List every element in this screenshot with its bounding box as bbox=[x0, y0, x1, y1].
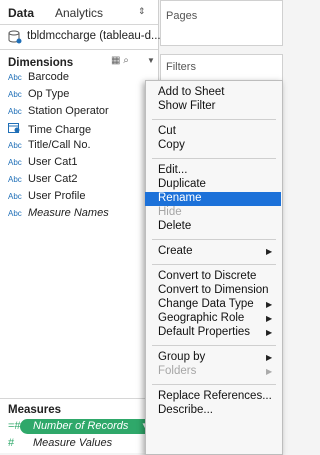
tab-dropdown-icon[interactable]: ⇕ bbox=[138, 6, 146, 17]
field-name: Time Charge bbox=[28, 124, 92, 136]
string-type-icon: Abc bbox=[8, 209, 22, 218]
field-name: User Profile bbox=[28, 190, 86, 202]
measures-divider bbox=[0, 398, 158, 399]
pages-shelf-label: Pages bbox=[166, 10, 198, 22]
tab-analytics[interactable]: Analytics bbox=[55, 6, 103, 20]
datetime-icon bbox=[8, 122, 28, 136]
submenu-arrow-icon: ▶ bbox=[266, 353, 273, 362]
menu-separator bbox=[152, 345, 276, 346]
menu-item-change-data-type[interactable]: Change Data Type bbox=[158, 298, 254, 310]
dimension-field[interactable]: Abc User Cat2 bbox=[8, 173, 156, 190]
menu-item-cut[interactable]: Cut bbox=[158, 125, 176, 137]
menu-item-convert-to-discrete[interactable]: Convert to Discrete bbox=[158, 270, 256, 282]
dimension-field[interactable]: Time Charge bbox=[8, 122, 156, 139]
dimension-field[interactable]: Abc User Cat1 bbox=[8, 156, 156, 173]
field-name: Barcode bbox=[28, 71, 69, 83]
view-grid-icon[interactable]: ▦ bbox=[111, 55, 120, 66]
datasource-icon bbox=[8, 30, 22, 44]
menu-separator bbox=[152, 158, 276, 159]
field-name: User Cat1 bbox=[28, 156, 78, 168]
menu-item-hide: Hide bbox=[158, 206, 182, 218]
dimension-field[interactable]: Abc Barcode bbox=[8, 71, 156, 88]
menu-item-convert-to-dimension[interactable]: Convert to Dimension bbox=[158, 284, 269, 296]
string-type-icon: Abc bbox=[8, 90, 22, 99]
menu-item-duplicate[interactable]: Duplicate bbox=[158, 178, 206, 190]
measure-field-name[interactable]: Measure Values bbox=[33, 437, 112, 449]
menu-separator bbox=[152, 264, 276, 265]
string-type-icon: Abc bbox=[8, 192, 22, 201]
string-type-icon: Abc bbox=[8, 107, 22, 116]
menu-item-geographic-role[interactable]: Geographic Role bbox=[158, 312, 244, 324]
submenu-arrow-icon: ▶ bbox=[266, 300, 273, 309]
field-name: Measure Names bbox=[28, 207, 109, 219]
menu-item-add-to-sheet[interactable]: Add to Sheet bbox=[158, 86, 225, 98]
dimension-field[interactable]: Abc Op Type bbox=[8, 88, 156, 105]
menu-separator bbox=[152, 119, 276, 120]
dimension-field[interactable]: Abc Measure Names bbox=[8, 207, 156, 224]
filters-shelf-label: Filters bbox=[166, 61, 196, 73]
menu-separator bbox=[152, 239, 276, 240]
submenu-arrow-icon: ▶ bbox=[266, 247, 273, 256]
menu-item-folders: Folders bbox=[158, 365, 197, 377]
field-name: Station Operator bbox=[28, 105, 109, 117]
menu-item-replace-references[interactable]: Replace References... bbox=[158, 390, 272, 402]
search-icon[interactable]: ⌕ bbox=[123, 55, 129, 66]
calculated-number-icon: =# bbox=[8, 420, 21, 432]
dimension-field[interactable]: Abc Title/Call No. bbox=[8, 139, 156, 156]
field-name: Op Type bbox=[28, 88, 70, 100]
submenu-arrow-icon: ▶ bbox=[266, 314, 273, 323]
measure-field-name: Number of Records bbox=[33, 420, 129, 432]
string-type-icon: Abc bbox=[8, 141, 22, 150]
number-type-icon: # bbox=[8, 437, 15, 449]
menu-item-group-by[interactable]: Group by bbox=[158, 351, 205, 363]
menu-item-rename[interactable]: Rename bbox=[158, 192, 201, 204]
menu-separator bbox=[152, 384, 276, 385]
dimensions-menu-arrow-icon[interactable]: ▼ bbox=[147, 56, 155, 65]
dimensions-header: Dimensions bbox=[8, 57, 74, 69]
menu-item-show-filter[interactable]: Show Filter bbox=[158, 100, 216, 112]
dimension-field[interactable]: Abc User Profile bbox=[8, 190, 156, 207]
menu-item-copy[interactable]: Copy bbox=[158, 139, 185, 151]
tab-data[interactable]: Data bbox=[8, 6, 34, 20]
dimension-field[interactable]: Abc Station Operator bbox=[8, 105, 156, 122]
menu-item-describe[interactable]: Describe... bbox=[158, 404, 213, 416]
string-type-icon: Abc bbox=[8, 175, 22, 184]
pages-shelf[interactable] bbox=[160, 0, 283, 46]
datasource-name: tbldmccharge (tableau-d... bbox=[27, 30, 161, 42]
field-name: Title/Call No. bbox=[28, 139, 91, 151]
string-type-icon: Abc bbox=[8, 158, 22, 167]
field-name: User Cat2 bbox=[28, 173, 78, 185]
menu-item-edit[interactable]: Edit... bbox=[158, 164, 187, 176]
menu-item-delete[interactable]: Delete bbox=[158, 220, 191, 232]
submenu-arrow-icon: ▶ bbox=[266, 328, 273, 337]
string-type-icon: Abc bbox=[8, 73, 22, 82]
submenu-arrow-icon: ▶ bbox=[266, 367, 273, 376]
menu-item-default-properties[interactable]: Default Properties bbox=[158, 326, 250, 338]
dimensions-tools[interactable]: ▦ ⌕ bbox=[111, 55, 129, 66]
menu-item-create[interactable]: Create bbox=[158, 245, 193, 257]
measures-header: Measures bbox=[8, 404, 62, 416]
